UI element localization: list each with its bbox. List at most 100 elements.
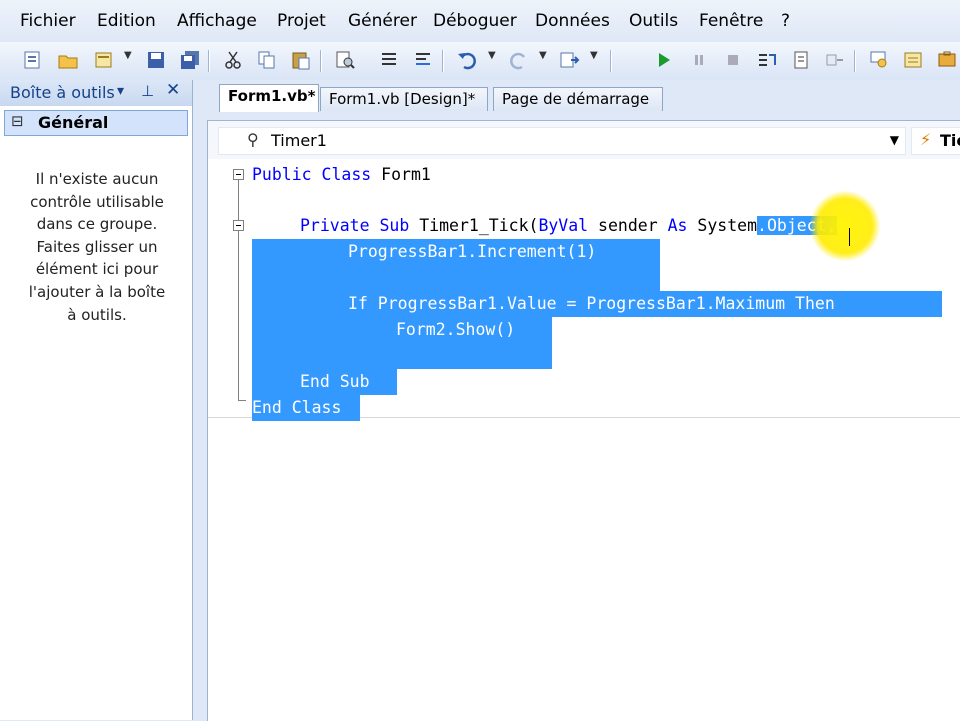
code-area[interactable]: Public Class Form1 Private Sub Timer1_Ti… [208, 159, 960, 721]
event-icon: ⚡ [920, 130, 932, 149]
selected-empty-line [252, 343, 552, 369]
code-line: Public Class Form1 [252, 162, 431, 188]
code-keyword: Class [291, 398, 342, 417]
toolbox-group-general[interactable]: ⊟ Général [4, 110, 188, 136]
collapse-class-icon[interactable] [233, 169, 244, 180]
new-project-icon[interactable] [22, 49, 44, 71]
close-icon[interactable]: ✕ [166, 80, 180, 100]
menu-generer[interactable]: Générer [348, 11, 417, 31]
code-text: System [687, 216, 758, 235]
method-name-combo[interactable]: ⚡ Tic [911, 127, 960, 155]
toolbar-separator [208, 50, 209, 72]
redo-icon[interactable] [508, 49, 530, 71]
menu-fenetre[interactable]: Fenêtre [699, 11, 763, 31]
menu-donnees[interactable]: Données [535, 11, 610, 31]
pause-icon[interactable] [688, 49, 710, 71]
menu-help[interactable]: ? [781, 11, 790, 31]
selected-code-line: Form2.Show() [252, 317, 552, 343]
selected-code-line: If ProgressBar1.Value = ProgressBar1.Max… [252, 291, 942, 317]
properties-icon[interactable] [902, 49, 924, 71]
collapse-method-icon[interactable] [233, 220, 244, 231]
step-out-icon[interactable] [824, 49, 846, 71]
menu-projet[interactable]: Projet [277, 11, 326, 31]
toolbox-group-label: Général [38, 113, 109, 132]
step-over-icon[interactable] [790, 49, 812, 71]
copy-icon[interactable] [256, 49, 278, 71]
toolbox-dropdown-icon[interactable]: ▾ [117, 83, 124, 99]
chevron-down-icon[interactable]: ▼ [124, 50, 132, 61]
solution-explorer-icon[interactable] [868, 49, 890, 71]
code-text: ProgressBar1.Value = ProgressBar1.Maximu… [367, 294, 796, 313]
toolbar: ▼ ▼ ▼ ▼ [0, 42, 960, 81]
chevron-down-icon[interactable]: ▼ [539, 50, 547, 61]
selected-empty-line [252, 265, 660, 291]
code-text: sender [588, 216, 668, 235]
code-line: Private Sub Timer1_Tick(ByVal sender As … [300, 213, 837, 239]
paste-icon[interactable] [290, 49, 312, 71]
find-icon[interactable] [334, 49, 356, 71]
navigation-bar: ⚲ Timer1 ▼ ⚡ Tic [208, 121, 960, 160]
chevron-down-icon[interactable]: ▼ [488, 50, 496, 61]
cut-icon[interactable] [222, 49, 244, 71]
start-debug-icon[interactable] [653, 49, 675, 71]
toolbox-empty-line: dans ce groupe. [36, 215, 158, 234]
editor-area: Form1.vb* Form1.vb [Design]* Page de dém… [193, 80, 960, 721]
code-keyword: Then [795, 294, 835, 313]
code-keyword: Private [300, 216, 370, 235]
menu-outils[interactable]: Outils [629, 11, 678, 31]
code-keyword: End [300, 372, 330, 391]
code-editor: ⚲ Timer1 ▼ ⚡ Tic Public Class Form1 Priv… [207, 120, 960, 721]
undo-icon[interactable] [456, 49, 478, 71]
step-into-icon[interactable] [756, 49, 778, 71]
code-keyword: End [252, 398, 282, 417]
menu-affichage[interactable]: Affichage [177, 11, 257, 31]
menu-edition[interactable]: Edition [97, 11, 156, 31]
collapse-icon[interactable]: ⊟ [11, 112, 24, 130]
add-item-icon[interactable] [93, 49, 115, 71]
toolbox-panel: Boîte à outils ▾ ⊥ ✕ ⊟ Général Il n'exis… [0, 80, 193, 720]
uncomment-icon[interactable] [412, 49, 434, 71]
comment-icon[interactable] [378, 49, 400, 71]
open-folder-icon[interactable] [57, 49, 79, 71]
code-text: Timer1_Tick( [409, 216, 539, 235]
save-icon[interactable] [145, 49, 167, 71]
toolbox-empty-line: contrôle utilisable [30, 192, 164, 211]
tab-form1-vb[interactable]: Form1.vb* [219, 84, 319, 112]
chevron-down-icon[interactable]: ▼ [590, 50, 598, 61]
text-cursor-icon [849, 228, 853, 246]
code-keyword: Sub [339, 372, 370, 391]
pin-icon[interactable]: ⊥ [141, 82, 154, 100]
code-keyword: Public [252, 165, 312, 184]
toolbar-separator [320, 50, 321, 72]
code-keyword: Sub [379, 216, 410, 235]
toolbox-header: Boîte à outils ▾ ⊥ ✕ [0, 80, 192, 106]
toolbox-empty-message: Il n'existe aucun contrôle utilisable da… [14, 168, 180, 326]
method-name-value: Tic [940, 131, 960, 150]
selected-code-line: End Sub [252, 369, 397, 395]
selected-text: .Object, [757, 216, 837, 235]
outline-line [238, 180, 239, 400]
toolbar-separator [442, 50, 443, 72]
toolbox-empty-line: élément ici pour [35, 260, 159, 279]
toolbox-window-icon[interactable] [936, 49, 958, 71]
navigate-icon[interactable] [558, 49, 580, 71]
menu-fichier[interactable]: Fichier [20, 11, 76, 31]
class-name-value: Timer1 [271, 131, 327, 150]
tab-form1-design[interactable]: Form1.vb [Design]* [320, 87, 488, 111]
save-all-icon[interactable] [179, 49, 201, 71]
menu-bar: Fichier Edition Affichage Projet Générer… [0, 0, 960, 42]
toolbar-separator [854, 50, 855, 72]
class-name-combo[interactable]: ⚲ Timer1 ▼ [218, 127, 906, 155]
toolbox-empty-line: à outils. [67, 305, 127, 324]
code-keyword: If [348, 294, 368, 313]
outline-end [238, 400, 246, 401]
stop-icon[interactable] [722, 49, 744, 71]
code-text: Form1 [371, 165, 431, 184]
menu-deboguer[interactable]: Déboguer [433, 11, 517, 31]
tab-start-page[interactable]: Page de démarrage [493, 87, 663, 111]
selected-code-line: ProgressBar1.Increment(1) [252, 239, 660, 265]
code-keyword: ByVal [538, 216, 589, 235]
chevron-down-icon[interactable]: ▼ [890, 133, 899, 147]
toolbar-separator [610, 50, 611, 72]
toolbox-title: Boîte à outils [10, 83, 115, 102]
